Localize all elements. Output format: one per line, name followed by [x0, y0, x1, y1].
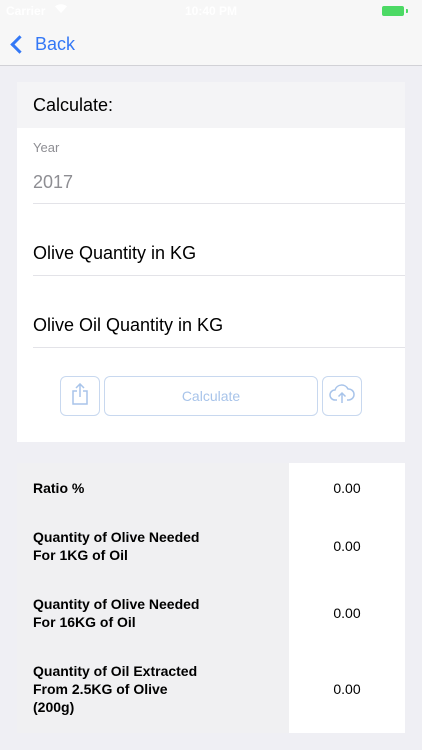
action-buttons: Calculate: [60, 376, 362, 416]
calculate-card: Calculate: Year 2017 Calculate: [17, 82, 405, 442]
results-values-column: 0.00 0.00 0.00 0.00: [289, 463, 405, 733]
olive-for-16kg-value: 0.00: [333, 605, 361, 621]
cloud-upload-button[interactable]: [322, 376, 362, 416]
battery-icon: [382, 6, 404, 16]
back-label: Back: [35, 33, 76, 54]
status-time: 10:40 PM: [184, 4, 238, 18]
olive-oil-quantity-input[interactable]: [33, 312, 393, 338]
year-value: 2017: [33, 172, 74, 192]
results-card: Ratio % Quantity of Olive Needed For 1KG…: [17, 463, 405, 733]
ratio-label: Ratio %: [33, 480, 85, 496]
chevron-left-icon: [10, 34, 29, 54]
olive-quantity-input[interactable]: [33, 240, 393, 266]
navigation-bar: Back: [0, 22, 422, 66]
calculate-button[interactable]: Calculate: [104, 376, 318, 416]
calculate-header: Calculate:: [17, 82, 405, 128]
olive-quantity-field: [33, 204, 405, 276]
status-bar: Carrier 10:40 PM: [0, 0, 422, 22]
olive-for-16kg-label: Quantity of Olive Needed For 16KG of Oil: [33, 596, 200, 630]
oil-from-2-5kg-label: Quantity of Oil Extracted From 2.5KG of …: [33, 663, 198, 715]
battery-tip: [406, 9, 408, 13]
year-caption: Year: [33, 140, 60, 155]
ratio-value: 0.00: [333, 480, 361, 496]
olive-oil-quantity-field: [33, 276, 405, 348]
olive-for-1kg-value: 0.00: [333, 538, 361, 554]
results-labels-column: Ratio % Quantity of Olive Needed For 1KG…: [17, 463, 289, 733]
olive-for-1kg-label: Quantity of Olive Needed For 1KG of Oil: [33, 529, 200, 563]
cloud-upload-icon: [329, 383, 355, 409]
year-field[interactable]: Year 2017: [33, 128, 405, 204]
oil-from-2-5kg-value: 0.00: [333, 681, 361, 697]
back-button[interactable]: Back: [8, 30, 75, 58]
share-icon: [71, 382, 89, 410]
share-button[interactable]: [60, 376, 100, 416]
